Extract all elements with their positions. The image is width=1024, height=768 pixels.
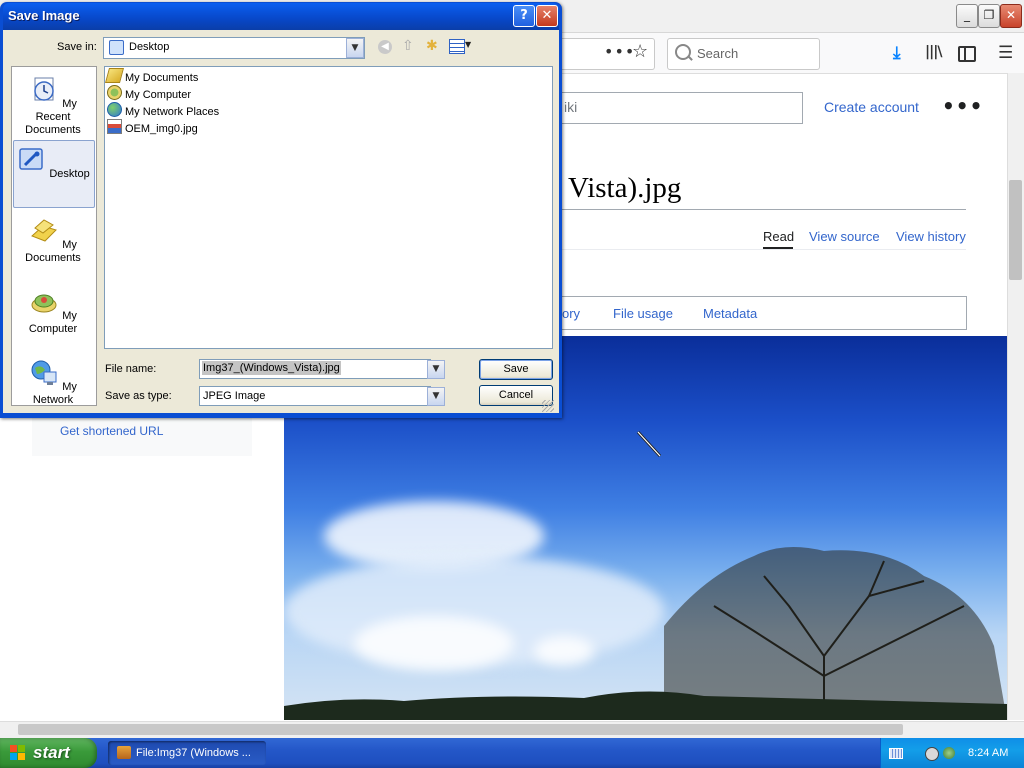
up-folder-icon[interactable]: ⇧ [402,38,414,54]
save-as-type-value: JPEG Image [203,390,266,402]
my-network-icon [31,360,57,385]
dialog-title: Save Image [8,8,80,23]
file-name-label: File name: [105,363,157,375]
start-label: start [33,743,70,762]
list-item[interactable]: My Computer [107,85,547,102]
desktop-icon [19,148,44,170]
taskbar-item-label: File:Img37 (Windows ... [136,747,251,759]
divider [562,249,966,250]
page-title: Vista).jpg [568,172,682,204]
windows-logo-icon [10,745,25,760]
sidebar-icon[interactable] [958,46,976,62]
horizontal-scrollbar-thumb[interactable] [18,724,903,735]
chevron-down-icon[interactable]: ▼ [427,360,445,379]
tab-view-history[interactable]: View history [896,229,966,244]
page-actions-icon[interactable]: ••• [604,42,635,61]
tree-silhouette [284,547,1007,720]
image-file-icon [107,119,122,134]
keyboard-icon[interactable] [889,748,903,759]
maximize-button[interactable]: ❐ [978,4,1000,28]
save-in-value: Desktop [129,41,170,53]
clock: 8:24 AM [968,747,1009,759]
tab-read[interactable]: Read [763,229,794,244]
list-item[interactable]: OEM_img0.jpg [107,119,547,136]
file-name: My Network Places [125,106,220,118]
save-in-label: Save in: [57,41,97,53]
file-name-value[interactable]: Img37_(Windows_Vista).jpg [202,361,341,375]
download-icon[interactable]: ⤓ [893,43,901,63]
dialog-close-button[interactable]: ✕ [536,5,558,27]
vertical-scrollbar-thumb[interactable] [1009,180,1022,280]
pen-cursor-icon [636,430,662,458]
browser-icon [117,746,131,759]
place-label: Desktop [49,168,90,180]
get-shortened-url-link[interactable]: Get shortened URL [60,424,163,438]
search-icon [675,44,691,60]
list-item[interactable]: My Network Places [107,102,547,119]
place-my-computer[interactable]: My Computer [11,287,95,336]
place-desktop[interactable]: Desktop [11,145,95,181]
file-tab-metadata[interactable]: Metadata [703,306,757,321]
file-name: My Documents [125,72,199,84]
computer-icon [107,85,122,100]
divider [562,209,966,210]
help-button[interactable]: ? [513,5,535,27]
create-account-link[interactable]: Create account [824,99,919,115]
my-documents-icon [31,219,58,242]
file-name: My Computer [125,89,192,101]
more-options-icon[interactable]: ••• [942,94,983,118]
save-button[interactable]: Save [479,359,553,380]
new-folder-icon[interactable]: ✱ [426,38,438,54]
tray-app-icon[interactable] [925,747,939,761]
desktop-icon [109,40,124,55]
place-my-documents[interactable]: My Documents [11,216,95,265]
list-item[interactable]: My Documents [104,68,547,85]
chevron-down-icon[interactable]: ▼ [346,38,364,58]
save-as-type-label: Save as type: [105,390,172,402]
recent-documents-icon [34,77,54,101]
search-placeholder: Search [697,46,739,61]
file-name: OEM_img0.jpg [125,123,198,135]
views-menu-icon[interactable] [449,39,465,54]
place-my-network[interactable]: My Network [11,358,95,407]
close-window-button[interactable]: ✕ [1000,4,1022,28]
resize-grip-icon[interactable] [542,400,554,412]
chevron-down-icon[interactable]: ▼ [427,387,445,406]
menu-icon[interactable]: ☰ [998,43,1013,63]
tab-view-source[interactable]: View source [809,229,880,244]
wiki-search-placeholder: iki [564,99,578,115]
network-icon [107,102,122,117]
wiki-search-input[interactable] [562,92,803,124]
file-tab-history[interactable]: ory [562,306,580,321]
back-icon[interactable]: ◀ [378,40,392,54]
tray-app-icon[interactable] [943,747,955,759]
place-recent-documents[interactable]: My Recent Documents [11,75,95,137]
bookmark-star-icon[interactable]: ☆ [632,41,648,62]
minimize-button[interactable]: _ [956,4,978,28]
file-list[interactable]: My Documents My Computer My Network Plac… [104,66,553,349]
folder-icon [104,68,125,83]
chevron-down-icon[interactable]: ▼ [465,40,471,49]
vertical-scrollbar[interactable] [1007,73,1024,720]
dialog-titlebar[interactable] [3,3,559,30]
library-icon[interactable]: |||\ [925,44,942,60]
my-computer-icon [31,294,57,313]
file-tab-usage[interactable]: File usage [613,306,673,321]
